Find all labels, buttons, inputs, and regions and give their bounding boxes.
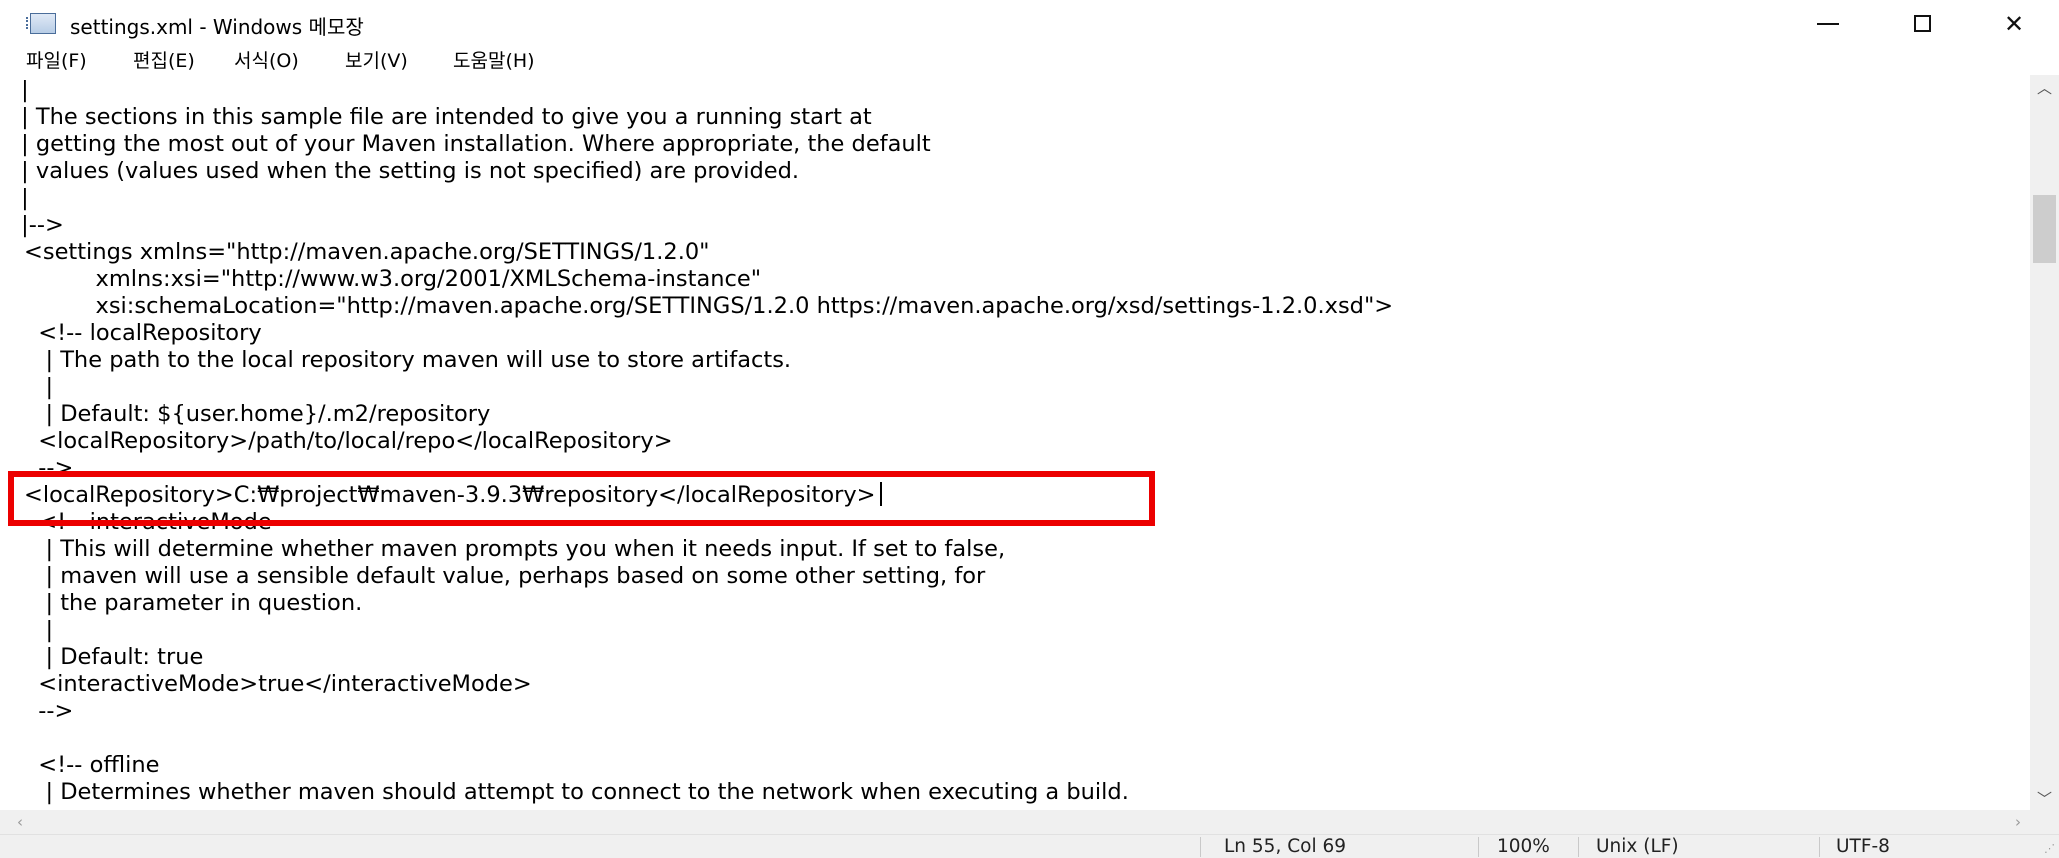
menu-edit[interactable]: 편집(E) <box>133 47 195 75</box>
editor-line: <!-- offline <box>24 752 160 778</box>
editor-line: xmlns:xsi="http://www.w3.org/2001/XMLSch… <box>24 266 762 292</box>
chevron-down-icon[interactable]: ﹀ <box>2030 786 2059 810</box>
editor-line: | <box>24 617 54 643</box>
editor-line: <interactiveMode>true</interactiveMode> <box>24 671 532 697</box>
cursor-position: Ln 55, Col 69 <box>1224 836 1347 857</box>
editor-line: --> <box>24 698 74 724</box>
editor-line: | Default: ${user.home}/.m2/repository <box>24 401 491 427</box>
editor-line: | values (values used when the setting i… <box>14 158 800 184</box>
menu-bar: 파일(F) 편집(E) 서식(O) 보기(V) 도움말(H) <box>0 47 2059 75</box>
editor-line: <localRepository>/path/to/local/repo</lo… <box>24 428 673 454</box>
editor-line: | The path to the local repository maven… <box>24 347 792 373</box>
minimize-button[interactable] <box>1782 0 1874 47</box>
menu-format[interactable]: 서식(O) <box>234 47 299 75</box>
editor-line: | the parameter in question. <box>24 590 363 616</box>
scrollbar-thumb[interactable] <box>2033 195 2056 263</box>
editor-line: --> <box>24 455 74 481</box>
chevron-left-icon[interactable]: ‹ <box>8 810 32 834</box>
encoding: UTF-8 <box>1836 836 1890 857</box>
editor-line: | maven will use a sensible default valu… <box>24 563 986 589</box>
editor-line: | getting the most out of your Maven ins… <box>14 131 931 157</box>
text-caret <box>879 482 882 506</box>
editor-line: |--> <box>14 212 64 238</box>
chevron-right-icon[interactable]: › <box>2006 810 2030 834</box>
editor-line: <!-- localRepository <box>24 320 262 346</box>
editor-line: <!-- interactiveMode <box>24 509 272 535</box>
editor-line: | This will determine whether maven prom… <box>24 536 1006 562</box>
zoom-level: 100% <box>1497 836 1550 857</box>
menu-view[interactable]: 보기(V) <box>345 47 408 75</box>
horizontal-scrollbar[interactable]: ‹ › <box>0 810 2030 834</box>
menu-file[interactable]: 파일(F) <box>26 47 87 75</box>
text-editor[interactable]: | | The sections in this sample file are… <box>0 75 2030 810</box>
notepad-app-icon <box>26 13 56 34</box>
notepad-window: settings.xml - Windows 메모장 ✕ 파일(F) 편집(E)… <box>0 0 2059 858</box>
menu-help[interactable]: 도움말(H) <box>453 47 535 75</box>
resize-grip-icon[interactable]: ⋰ <box>2044 842 2055 855</box>
window-title: settings.xml - Windows 메모장 <box>70 15 364 39</box>
status-bar: Ln 55, Col 69 100% Unix (LF) UTF-8 ⋰ <box>0 834 2059 858</box>
editor-line-highlighted: <localRepository>C:₩project₩maven-3.9.3₩… <box>24 482 882 509</box>
close-button[interactable]: ✕ <box>1968 0 2059 47</box>
maximize-button[interactable] <box>1876 0 1968 47</box>
editor-line: | The sections in this sample file are i… <box>14 104 872 130</box>
status-divider <box>1200 837 1201 857</box>
status-divider <box>1478 837 1479 857</box>
editor-line: | <box>14 185 29 211</box>
editor-line: xsi:schemaLocation="http://maven.apache.… <box>24 293 1394 319</box>
line-ending: Unix (LF) <box>1596 836 1679 857</box>
editor-line: | <box>24 374 54 400</box>
title-bar[interactable]: settings.xml - Windows 메모장 ✕ <box>0 0 2059 47</box>
editor-line: <settings xmlns="http://maven.apache.org… <box>24 239 710 265</box>
editor-line: | Determines whether maven should attemp… <box>24 779 1129 805</box>
scrollbar-corner <box>2030 810 2059 834</box>
status-divider <box>1819 837 1820 857</box>
vertical-scrollbar[interactable]: ︿ ﹀ <box>2030 75 2059 810</box>
chevron-up-icon[interactable]: ︿ <box>2030 75 2059 99</box>
editor-line: | Default: true <box>24 644 204 670</box>
editor-line: | <box>14 77 29 103</box>
maximize-icon <box>1913 15 1931 32</box>
minimize-icon <box>1817 22 1839 25</box>
status-divider <box>1578 837 1579 857</box>
close-icon: ✕ <box>2003 9 2025 38</box>
local-repository-text: <localRepository>C:₩project₩maven-3.9.3₩… <box>24 482 876 508</box>
